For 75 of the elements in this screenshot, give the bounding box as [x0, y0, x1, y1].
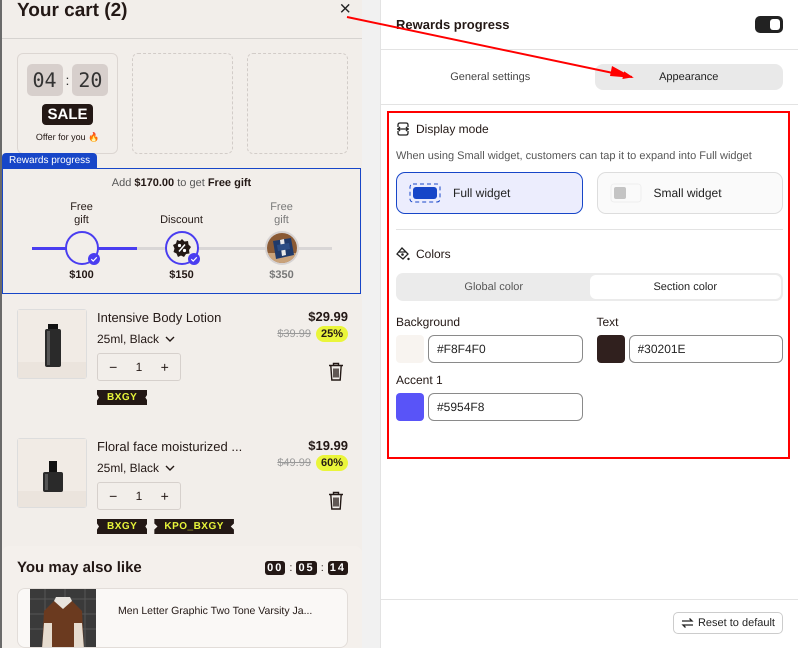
section-title: Display mode	[416, 122, 489, 136]
timer-separator: :	[66, 72, 70, 88]
milestone-label: Free gift	[270, 200, 293, 228]
product-price: $19.99	[308, 438, 348, 453]
trash-icon[interactable]	[328, 362, 344, 381]
increase-button[interactable]: +	[156, 488, 173, 504]
milestone-amount: $150	[169, 269, 194, 282]
swap-arrows-icon	[680, 617, 694, 629]
percent-badge-icon	[172, 238, 192, 258]
milestone-label: Discount	[160, 213, 203, 228]
offer-caption: Offer for you 🔥	[36, 132, 100, 142]
discount-badge: 25%	[316, 326, 348, 342]
tab[interactable]: General settings	[396, 64, 584, 90]
reset-button[interactable]: Reset to default	[672, 612, 783, 634]
discount-tag: BXGY	[97, 390, 148, 405]
milestone-label: Free gift	[70, 200, 93, 228]
field-label: Accent 1	[396, 373, 444, 387]
compare-price: $49.99	[277, 457, 311, 469]
section-title: Colors	[416, 247, 451, 261]
field-label: Background	[396, 315, 462, 329]
input-field[interactable]: #F8F4F0	[428, 335, 582, 363]
tab[interactable]: Appearance	[594, 64, 783, 90]
product-name: Men Letter Graphic Two Tone Varsity Ja...	[118, 605, 312, 619]
variant-selector[interactable]: 25ml, Black	[97, 461, 176, 475]
product-name: Floral face moisturized ...	[97, 439, 242, 454]
milestone-amount: $350	[269, 269, 294, 282]
widget-preview-icon	[409, 183, 441, 203]
compare-price: $39.99	[277, 328, 311, 340]
close-button[interactable]: ×	[339, 0, 351, 18]
cart-title: Your cart (2)	[17, 0, 128, 22]
decrease-button[interactable]: −	[105, 488, 122, 504]
timer-digits: 05	[296, 560, 317, 574]
rewards-message: Add $170.00 to get Free gift	[112, 177, 252, 190]
timer-separator: :	[320, 562, 324, 574]
discount-badge: 60%	[316, 455, 348, 471]
field-label: Text	[596, 315, 620, 329]
product-name: Intensive Body Lotion	[97, 310, 222, 325]
trash-icon[interactable]	[328, 491, 344, 510]
quantity-value: 1	[136, 360, 142, 374]
milestone-amount: $100	[69, 269, 94, 282]
chevron-down-icon	[165, 465, 176, 471]
product-card[interactable]: Men Letter Graphic Two Tone Varsity Ja...	[17, 588, 348, 648]
expand-icon	[396, 122, 410, 136]
input-field[interactable]: #5954F8	[428, 393, 582, 421]
offer-card[interactable]: 04 : 20 SALE Offer for you 🔥	[17, 53, 118, 154]
rewards-tab-label: Rewards progress	[2, 153, 98, 168]
segment-tab[interactable]: Section color	[590, 275, 781, 299]
increase-button[interactable]: +	[156, 359, 173, 375]
toggle-switch[interactable]	[755, 16, 783, 33]
input-field[interactable]: #30201E	[628, 335, 783, 363]
description-text: When using Small widget, customers can tap it to expand into Full widget	[396, 150, 753, 162]
widget-option[interactable]: Small widget	[596, 172, 783, 214]
discount-tag: KPO_BXGY	[154, 519, 234, 534]
widget-preview-icon	[610, 183, 642, 203]
discount-tag: BXGY	[97, 519, 148, 534]
panel-title: Rewards progress	[396, 17, 510, 32]
color-swatch[interactable]	[596, 335, 624, 363]
paint-bucket-icon	[396, 247, 410, 261]
section-title: You may also like	[17, 559, 142, 576]
timer-digits: 00	[265, 560, 286, 574]
quantity-stepper[interactable]: − 1 +	[97, 482, 181, 510]
decrease-button[interactable]: −	[105, 359, 122, 375]
widget-option[interactable]: Full widget	[396, 172, 582, 214]
chevron-down-icon	[165, 336, 176, 342]
quantity-stepper[interactable]: − 1 +	[97, 353, 181, 381]
color-swatch[interactable]	[396, 393, 424, 421]
timer-digits: 20	[72, 64, 108, 96]
quantity-value: 1	[136, 489, 142, 503]
sale-badge: SALE	[42, 104, 92, 126]
variant-selector[interactable]: 25ml, Black	[97, 332, 176, 346]
timer-digits: 04	[26, 64, 63, 96]
timer-digits: 14	[328, 560, 348, 574]
product-price: $29.99	[308, 309, 348, 324]
timer-separator: :	[289, 562, 292, 574]
segment-tab[interactable]: Global color	[398, 275, 590, 299]
